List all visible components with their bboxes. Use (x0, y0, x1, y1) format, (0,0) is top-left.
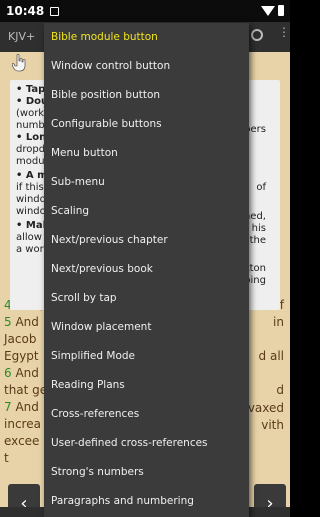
menu-item[interactable]: Paragraphs and numbering (44, 487, 249, 516)
pointing-hand-icon (12, 54, 26, 72)
help-line: • Lon (16, 132, 47, 143)
menu-item[interactable]: Simplified Mode (44, 342, 249, 371)
menu-item[interactable]: Cross-references (44, 400, 249, 429)
menu-item[interactable]: Bible module button (44, 23, 249, 52)
menu-item[interactable]: Next/previous chapter (44, 226, 249, 255)
help-line: modu (16, 156, 45, 167)
help-line-right: of (256, 182, 266, 193)
help-line: • Tap (16, 84, 46, 95)
menu-item[interactable]: Bible position button (44, 81, 249, 110)
image-notification-icon (50, 6, 60, 16)
menu-item[interactable]: Reading Plans (44, 371, 249, 400)
bible-line-right: vaxed (247, 401, 284, 415)
more-options-icon[interactable]: ⋮ (278, 26, 290, 38)
bible-line-right: d (276, 383, 284, 397)
bible-line: that ge (4, 383, 48, 397)
bible-line: Jacob (4, 332, 37, 346)
bible-line-right: vith (261, 418, 284, 432)
help-line: • A m (16, 170, 48, 181)
help-line: numb (16, 120, 45, 131)
bible-module-button[interactable]: KJV+ (8, 30, 35, 43)
menu-item[interactable]: Next/previous book (44, 255, 249, 284)
bible-line-right: in (273, 315, 284, 329)
help-line: dropd (16, 144, 46, 155)
help-line: (work (16, 108, 45, 119)
battery-icon (278, 5, 284, 16)
bible-line: 6 And (4, 366, 39, 380)
menu-list: Bible module button Window control button… (44, 23, 249, 516)
help-line: allow (16, 232, 42, 243)
bible-line: t (4, 451, 9, 465)
menu-item[interactable]: Configurable buttons (44, 110, 249, 139)
wifi-icon (261, 5, 275, 16)
menu-item[interactable]: Strong's numbers (44, 458, 249, 487)
status-time: 10:48 (6, 4, 45, 18)
bible-line-right: d all (258, 349, 284, 363)
bible-line: excee (4, 434, 40, 448)
bible-line: Egypt (4, 349, 39, 363)
help-line: if this (16, 182, 44, 193)
history-icon[interactable] (251, 29, 263, 41)
help-line: • Mal (16, 220, 46, 231)
menu-item[interactable]: Window control button (44, 52, 249, 81)
menu-item[interactable]: User-defined cross-references (44, 429, 249, 458)
menu-item[interactable]: Scaling (44, 197, 249, 226)
help-line-right: his (251, 223, 266, 234)
menu-item[interactable]: Menu button (44, 139, 249, 168)
bible-line: 5 And (4, 315, 39, 329)
menu-item[interactable]: Window placement (44, 313, 249, 342)
bible-line: 7 And (4, 400, 39, 414)
help-topics-menu: Bible module button Window control button… (44, 23, 249, 517)
menu-item[interactable]: Sub-menu (44, 168, 249, 197)
menu-item[interactable]: Scroll by tap (44, 284, 249, 313)
status-icons (261, 5, 284, 16)
status-bar: 10:48 (0, 0, 290, 22)
bible-line: increa (4, 417, 41, 431)
help-line: windo (16, 194, 46, 205)
help-line: a wor (16, 244, 44, 255)
help-line: windo (16, 206, 46, 217)
